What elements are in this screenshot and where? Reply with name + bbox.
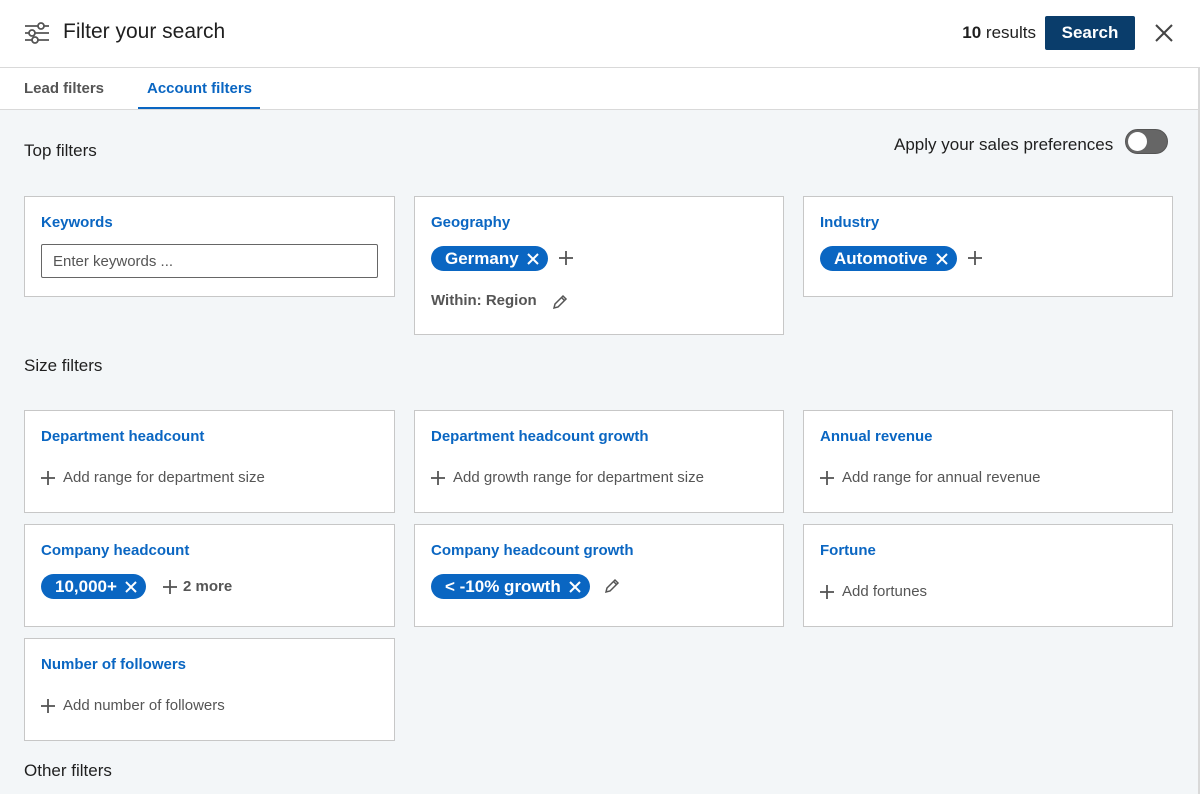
section-title-other: Other filters	[24, 761, 112, 780]
plus-icon	[163, 579, 177, 594]
add-followers-label: Add number of followers	[63, 697, 225, 714]
keywords-title: Keywords	[41, 214, 113, 231]
results-count: 10 results	[962, 23, 1036, 43]
industry-title: Industry	[820, 214, 880, 231]
filter-tabs: Lead filters Account filters	[0, 68, 1200, 110]
department-headcount-growth-card: Department headcount growth Add growth r…	[414, 410, 784, 513]
active-tab-indicator	[138, 107, 260, 109]
remove-company-headcount-growth-icon[interactable]	[569, 580, 581, 593]
company-headcount-growth-pill: < -10% growth	[431, 574, 590, 599]
tab-lead-filters[interactable]: Lead filters	[24, 80, 104, 97]
add-annual-revenue[interactable]: Add range for annual revenue	[820, 469, 1040, 486]
keywords-card: Keywords	[24, 196, 395, 297]
results-number: 10	[962, 23, 982, 42]
add-department-headcount[interactable]: Add range for department size	[41, 469, 265, 486]
remove-industry-icon[interactable]	[935, 252, 948, 265]
filter-sliders-icon	[25, 22, 49, 44]
add-department-headcount-label: Add range for department size	[63, 469, 265, 486]
add-geography-icon[interactable]	[559, 251, 573, 265]
toggle-knob	[1128, 132, 1147, 151]
remove-geography-icon[interactable]	[526, 252, 539, 265]
geography-pill: Germany	[431, 246, 548, 271]
page-title: Filter your search	[63, 20, 226, 43]
company-headcount-more-label: 2 more	[183, 578, 233, 595]
geography-within-label: Within: Region	[431, 292, 537, 309]
geography-title: Geography	[431, 214, 511, 231]
keywords-input[interactable]	[41, 244, 378, 278]
annual-revenue-card: Annual revenue Add range for annual reve…	[803, 410, 1173, 513]
company-headcount-more[interactable]: 2 more	[163, 578, 232, 595]
edit-pencil-icon[interactable]	[552, 294, 568, 310]
plus-icon	[41, 698, 55, 713]
search-button[interactable]: Search	[1045, 16, 1135, 50]
company-headcount-card: Company headcount 10,000+ 2 more	[24, 524, 395, 627]
plus-icon	[820, 584, 834, 599]
plus-icon	[41, 470, 55, 485]
geography-pill-label: Germany	[445, 248, 519, 268]
add-department-headcount-growth[interactable]: Add growth range for department size	[431, 469, 704, 486]
plus-icon	[820, 470, 834, 485]
department-headcount-title: Department headcount	[41, 428, 205, 445]
fortune-title: Fortune	[820, 542, 876, 559]
company-headcount-growth-card: Company headcount growth < -10% growth	[414, 524, 784, 627]
sales-preferences-toggle[interactable]	[1125, 129, 1168, 154]
company-headcount-pill-label: 10,000+	[55, 576, 117, 596]
industry-card: Industry Automotive	[803, 196, 1173, 297]
remove-company-headcount-icon[interactable]	[125, 580, 137, 593]
add-fortunes-label: Add fortunes	[842, 583, 928, 600]
sales-preferences-label: Apply your sales preferences	[894, 135, 1114, 154]
followers-title: Number of followers	[41, 656, 187, 673]
company-headcount-growth-title: Company headcount growth	[431, 542, 634, 559]
add-industry-icon[interactable]	[968, 251, 982, 265]
section-title-top: Top filters	[24, 141, 97, 160]
department-headcount-growth-title: Department headcount growth	[431, 428, 649, 445]
industry-pill-label: Automotive	[834, 248, 928, 268]
tab-account-filters[interactable]: Account filters	[147, 80, 252, 97]
company-headcount-pill: 10,000+	[41, 574, 146, 599]
followers-card: Number of followers Add number of follow…	[24, 638, 395, 741]
fortune-card: Fortune Add fortunes	[803, 524, 1173, 627]
add-annual-revenue-label: Add range for annual revenue	[842, 469, 1041, 486]
section-title-size: Size filters	[24, 356, 103, 375]
add-followers[interactable]: Add number of followers	[41, 697, 225, 714]
add-fortunes[interactable]: Add fortunes	[820, 583, 927, 600]
filter-header: Filter your search 10 results Search	[0, 0, 1200, 68]
close-icon[interactable]	[1153, 22, 1175, 44]
results-label: results	[985, 23, 1036, 42]
industry-pill: Automotive	[820, 246, 957, 271]
add-department-headcount-growth-label: Add growth range for department size	[453, 469, 704, 486]
company-headcount-growth-pill-label: < -10% growth	[445, 576, 561, 596]
geography-card: Geography Germany Within: Region	[414, 196, 784, 335]
plus-icon	[431, 470, 445, 485]
annual-revenue-title: Annual revenue	[820, 428, 933, 445]
edit-pencil-icon[interactable]	[604, 578, 620, 594]
department-headcount-card: Department headcount Add range for depar…	[24, 410, 395, 513]
company-headcount-title: Company headcount	[41, 542, 190, 559]
